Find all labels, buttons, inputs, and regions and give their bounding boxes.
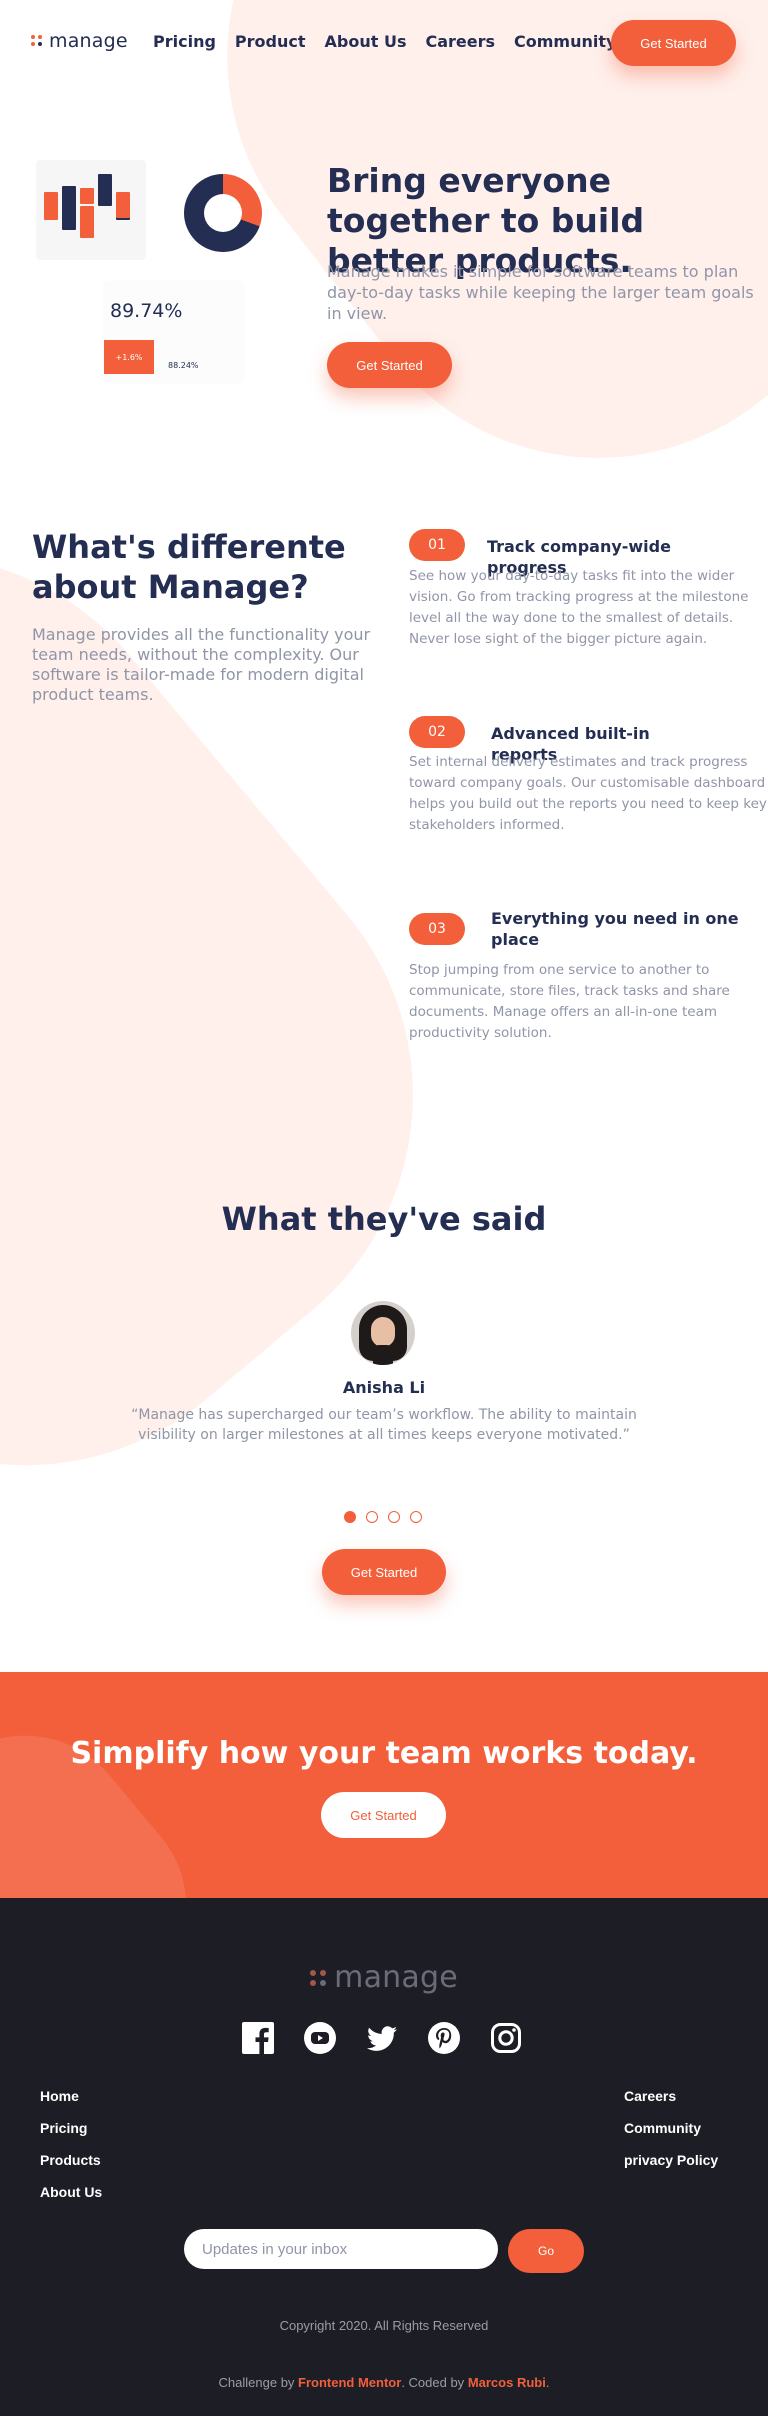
facebook-icon[interactable] <box>242 2022 274 2054</box>
footer-link-about-us[interactable]: About Us <box>40 2184 102 2201</box>
site-header: manage Pricing Product About Us Careers … <box>0 0 768 86</box>
footer-logo-text: manage <box>334 1960 458 1995</box>
testimonials-title: What they've said <box>221 1200 547 1238</box>
feature-number-badge: 01 <box>409 529 465 561</box>
nav-link-about-us[interactable]: About Us <box>325 32 407 51</box>
feature-text: Stop jumping from one service to another… <box>409 962 730 1041</box>
bar-chart-card <box>36 160 146 260</box>
feature-text: See how your day-to-day tasks fit into t… <box>409 568 749 647</box>
attribution-suffix: . <box>545 2375 550 2390</box>
feature-number-badge: 02 <box>409 716 465 748</box>
footer-link-privacy-policy[interactable]: privacy Policy <box>624 2152 718 2169</box>
footer-link-careers[interactable]: Careers <box>624 2088 718 2105</box>
section-text-different: Manage provides all the functionality yo… <box>32 625 371 704</box>
illustration-bar <box>80 188 94 204</box>
nav-link-product[interactable]: Product <box>235 32 306 51</box>
social-links <box>242 2022 522 2054</box>
logo-text: manage <box>49 30 128 52</box>
cta-get-started-button[interactable]: Get Started <box>321 1792 446 1838</box>
footer-link-pricing[interactable]: Pricing <box>40 2120 102 2137</box>
nav-link-community[interactable]: Community <box>514 32 616 51</box>
hero-get-started-button[interactable]: Get Started <box>327 342 452 388</box>
header-get-started-button[interactable]: Get Started <box>611 20 736 66</box>
testimonial-quote: “Manage has supercharged our team’s work… <box>131 1407 637 1443</box>
illustration-bar <box>44 192 58 220</box>
carousel-dots <box>344 1511 422 1523</box>
illustration-bar <box>80 206 94 238</box>
hero-text: Manage makes it simple for software team… <box>327 262 754 323</box>
logo[interactable]: manage <box>31 30 128 52</box>
carousel-dot[interactable] <box>388 1511 400 1523</box>
feature-number-badge: 03 <box>409 913 465 945</box>
footer-link-community[interactable]: Community <box>624 2120 718 2137</box>
footer-logo[interactable]: manage <box>0 1960 768 1995</box>
illustration-bar <box>62 186 76 230</box>
main-nav: Pricing Product About Us Careers Communi… <box>153 32 616 51</box>
carousel-dot[interactable] <box>410 1511 422 1523</box>
attribution: Challenge by Frontend Mentor. Coded by M… <box>0 2375 768 2390</box>
feature-title: Everything you need in one place <box>491 909 739 949</box>
author-link[interactable]: Marcos Rubi <box>468 2375 546 2390</box>
hero-illustration: 89.74% +1.6% 88.24% <box>32 160 272 390</box>
site-footer: manage Home Pricing Products About Us Ca… <box>0 1898 768 2416</box>
avatar <box>351 1301 415 1365</box>
cta-title: Simplify how your team works today. <box>70 1736 698 1771</box>
carousel-dot[interactable] <box>344 1511 356 1523</box>
pinterest-icon[interactable] <box>428 2022 460 2054</box>
newsletter-go-button[interactable]: Go <box>508 2229 584 2273</box>
newsletter-email-input[interactable] <box>184 2229 498 2269</box>
illustration-bar <box>98 174 112 206</box>
footer-link-home[interactable]: Home <box>40 2088 102 2105</box>
frontend-mentor-link[interactable]: Frontend Mentor <box>298 2375 401 2390</box>
cta-band: Simplify how your team works today. Get … <box>0 1672 768 1898</box>
copyright-text: Copyright 2020. All Rights Reserved <box>279 2318 489 2333</box>
section-title-different: What's differente about Manage? <box>32 528 346 606</box>
testimonial-author: Anisha Li <box>342 1378 426 1397</box>
stat-chip: +1.6% <box>104 340 154 374</box>
stat-small-value: 88.24% <box>168 361 199 370</box>
illustration-bar <box>116 192 130 218</box>
logo-mark-icon <box>31 35 43 47</box>
cta-background-blob <box>0 1690 232 1898</box>
donut-chart <box>184 174 262 252</box>
footer-link-products[interactable]: Products <box>40 2152 102 2169</box>
attribution-prefix: Challenge by <box>218 2375 299 2390</box>
testimonials-get-started-button[interactable]: Get Started <box>322 1549 446 1595</box>
nav-link-careers[interactable]: Careers <box>425 32 495 51</box>
footer-links-left: Home Pricing Products About Us <box>40 2088 102 2201</box>
attribution-coded-prefix: . Coded by <box>401 2375 468 2390</box>
footer-links-right: Careers Community privacy Policy <box>624 2088 718 2169</box>
twitter-icon[interactable] <box>366 2022 398 2054</box>
feature-text: Set internal delivery estimates and trac… <box>409 754 767 833</box>
stat-value: 89.74% <box>110 300 183 322</box>
carousel-dot[interactable] <box>366 1511 378 1523</box>
youtube-icon[interactable] <box>304 2022 336 2054</box>
logo-mark-icon <box>310 1969 327 1986</box>
nav-link-pricing[interactable]: Pricing <box>153 32 216 51</box>
instagram-icon[interactable] <box>490 2022 522 2054</box>
